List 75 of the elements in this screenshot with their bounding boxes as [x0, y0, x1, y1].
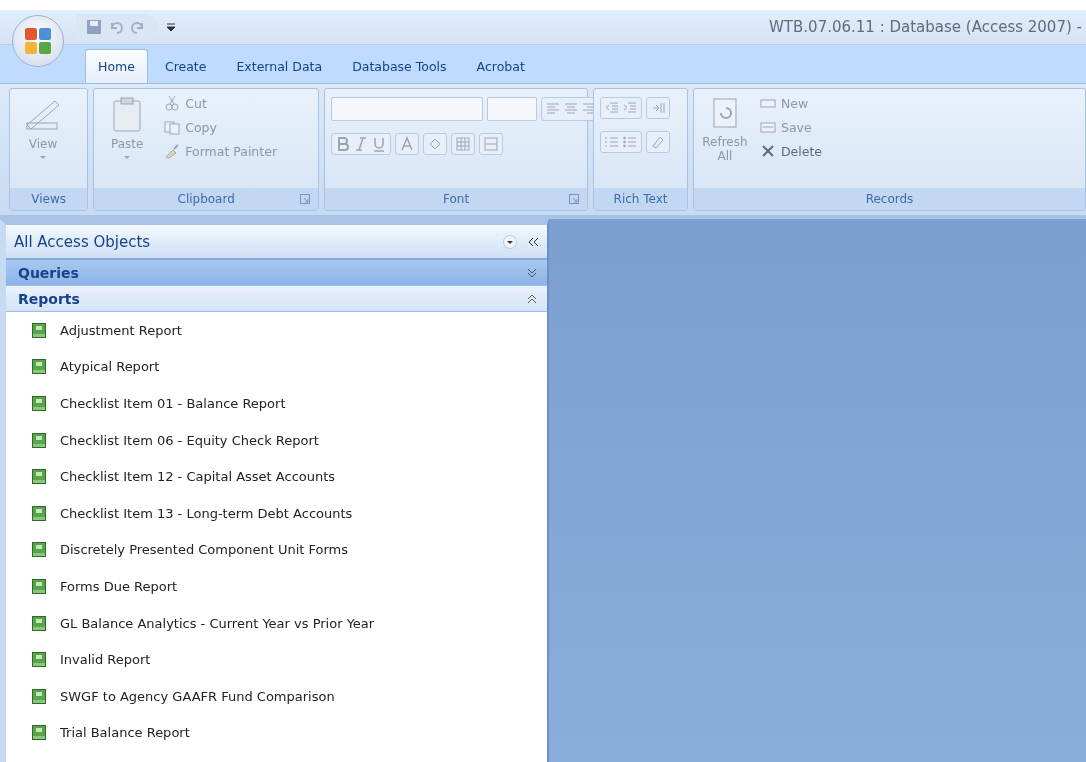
ribbon-tab[interactable]: Home [85, 49, 148, 83]
report-icon [32, 432, 46, 448]
chevron-double-left-icon [527, 235, 539, 248]
dropdown-icon [503, 234, 517, 249]
report-item[interactable]: Atypical Report [6, 348, 547, 386]
font-color-icon [399, 136, 416, 152]
numbered-list-icon [604, 134, 621, 150]
report-item[interactable]: Discretely Presented Component Unit Forms [6, 531, 547, 569]
save-icon[interactable] [86, 19, 102, 35]
report-icon [32, 359, 46, 375]
outdent-icon [604, 100, 621, 116]
dialog-launcher-icon [569, 194, 580, 204]
font-name-field[interactable] [331, 97, 484, 121]
bold-icon [335, 136, 352, 152]
caret-icon [123, 155, 132, 160]
ribbon-tab[interactable]: External Data [223, 49, 336, 83]
scissors-icon [164, 95, 181, 111]
bulleted-list-icon [622, 134, 639, 150]
collapse-pane-button[interactable] [527, 235, 539, 248]
chevron-down-icon [527, 267, 537, 278]
chevron-up-icon [527, 293, 537, 304]
caret-icon [39, 155, 47, 160]
report-item[interactable]: Checklist Item 06 - Equity Check Report [6, 421, 547, 459]
report-item[interactable]: Trial Balance Report [6, 714, 547, 752]
report-icon [32, 322, 46, 338]
report-item[interactable]: Checklist Item 13 - Long-term Debt Accounts [6, 494, 547, 532]
paragraph-direction-icon [650, 100, 667, 116]
undo-arrow-icon [108, 19, 124, 35]
report-icon [32, 469, 46, 485]
report-item[interactable]: Adjustment Report [6, 312, 547, 349]
indent-icon [622, 100, 639, 116]
brush-icon [164, 143, 181, 159]
office-logo-icon [23, 26, 53, 56]
caret-icon [166, 22, 176, 32]
font-size-field[interactable] [487, 97, 538, 121]
copy-icon [164, 119, 181, 135]
ribbon-tab[interactable]: Acrobat [463, 49, 538, 83]
redo-arrow-icon [130, 19, 146, 35]
pane-title: All Access Objects [14, 232, 152, 251]
save-record-icon [759, 119, 776, 135]
report-icon [32, 505, 46, 521]
group-label: Views [31, 192, 66, 206]
group-label: Rich Text [613, 192, 668, 206]
ribbon-tab[interactable]: Create [151, 49, 220, 83]
dialog-launcher-icon [300, 194, 311, 204]
group-header[interactable]: Reports [6, 286, 547, 312]
report-item[interactable]: GL Balance Analytics - Current Year vs Prior Year [6, 604, 547, 642]
report-item[interactable]: Checklist Item 12 - Capital Asset Accounts [6, 458, 547, 495]
close-icon [759, 143, 776, 159]
report-item[interactable]: Forms Due Report [6, 568, 547, 605]
customize-toolbar-button[interactable] [166, 22, 176, 32]
group-header[interactable]: Queries [6, 260, 547, 286]
group-label: Records [865, 192, 914, 206]
group-label: Font [443, 192, 470, 206]
office-button[interactable] [12, 15, 64, 67]
report-icon [32, 725, 46, 741]
window-title: WTB.07.06.11 : Database (Access 2007) - [769, 18, 1083, 36]
menu-button[interactable] [503, 234, 517, 249]
report-icon [32, 615, 46, 631]
align-icon [563, 100, 580, 116]
report-item[interactable]: Checklist Item 01 - Balance Report [6, 385, 547, 422]
ribbon-tab[interactable]: Database Tools [339, 49, 460, 83]
group-label: Clipboard [177, 192, 235, 206]
report-icon [32, 396, 46, 411]
report-icon [32, 652, 46, 668]
report-icon [32, 578, 46, 594]
grid-icon [455, 136, 472, 152]
redo-icon[interactable] [130, 19, 146, 35]
undo-icon[interactable] [108, 19, 124, 35]
align-icon [545, 100, 562, 116]
report-item[interactable]: Invalid Report [6, 641, 547, 678]
report-icon [32, 542, 46, 558]
report-item[interactable]: SWGF to Agency GAAFR Fund Comparison [6, 677, 547, 715]
report-icon [32, 688, 46, 704]
gridlines-icon [483, 136, 500, 152]
